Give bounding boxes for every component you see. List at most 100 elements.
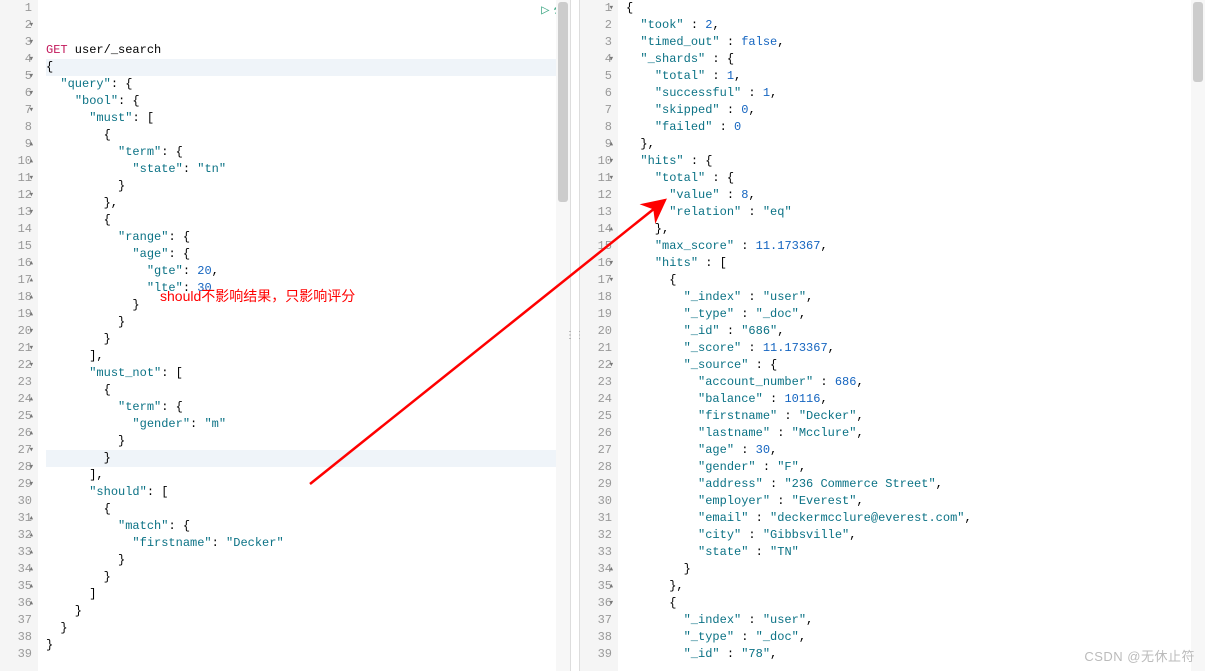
code-line[interactable]: "skipped" : 0,: [626, 102, 1205, 119]
code-line[interactable]: "max_score" : 11.173367,: [626, 238, 1205, 255]
code-line[interactable]: "match": {: [46, 518, 570, 535]
code-line[interactable]: "total" : 1,: [626, 68, 1205, 85]
code-line[interactable]: "gender" : "F",: [626, 459, 1205, 476]
fold-icon[interactable]: ▴: [29, 408, 34, 425]
fold-icon[interactable]: ▴: [29, 136, 34, 153]
fold-icon[interactable]: ▴: [29, 561, 34, 578]
code-line[interactable]: }: [626, 561, 1205, 578]
fold-icon[interactable]: ▾: [29, 340, 34, 357]
fold-icon[interactable]: ▴: [609, 136, 614, 153]
scrollbar-thumb[interactable]: [558, 2, 568, 202]
fold-icon[interactable]: ▾: [29, 102, 34, 119]
code-line[interactable]: }: [46, 314, 570, 331]
left-code[interactable]: ▷ ⚒ GET user/_search{ "query": { "bool":…: [38, 0, 570, 671]
code-line[interactable]: "bool": {: [46, 93, 570, 110]
fold-icon[interactable]: ▴: [29, 391, 34, 408]
code-line[interactable]: }: [46, 433, 570, 450]
fold-icon[interactable]: ▾: [609, 272, 614, 289]
code-line[interactable]: "age" : 30,: [626, 442, 1205, 459]
fold-icon[interactable]: ▴: [29, 527, 34, 544]
code-line[interactable]: }: [46, 620, 570, 637]
code-line[interactable]: "_type" : "_doc",: [626, 629, 1205, 646]
code-line[interactable]: }: [46, 450, 570, 467]
fold-icon[interactable]: ▾: [29, 204, 34, 221]
fold-icon[interactable]: ▾: [609, 153, 614, 170]
code-line[interactable]: {: [626, 272, 1205, 289]
code-line[interactable]: ],: [46, 467, 570, 484]
code-line[interactable]: GET user/_search: [46, 42, 570, 59]
fold-icon[interactable]: ▾: [609, 357, 614, 374]
code-line[interactable]: }: [46, 637, 570, 654]
fold-icon[interactable]: ▾: [29, 51, 34, 68]
code-line[interactable]: },: [46, 195, 570, 212]
code-line[interactable]: "must": [: [46, 110, 570, 127]
fold-icon[interactable]: ▾: [29, 187, 34, 204]
code-line[interactable]: "email" : "deckermcclure@everest.com",: [626, 510, 1205, 527]
code-line[interactable]: "city" : "Gibbsville",: [626, 527, 1205, 544]
pane-divider[interactable]: ⋮⋮: [570, 0, 580, 671]
code-line[interactable]: },: [626, 136, 1205, 153]
code-line[interactable]: }: [46, 178, 570, 195]
fold-icon[interactable]: ▾: [609, 51, 614, 68]
code-line[interactable]: {: [46, 127, 570, 144]
fold-icon[interactable]: ▾: [29, 476, 34, 493]
code-line[interactable]: "must_not": [: [46, 365, 570, 382]
fold-icon[interactable]: ▴: [29, 544, 34, 561]
fold-icon[interactable]: ▾: [609, 255, 614, 272]
code-line[interactable]: "relation" : "eq": [626, 204, 1205, 221]
fold-icon[interactable]: ▾: [29, 459, 34, 476]
code-line[interactable]: "_index" : "user",: [626, 289, 1205, 306]
fold-icon[interactable]: ▴: [609, 221, 614, 238]
code-line[interactable]: "_shards" : {: [626, 51, 1205, 68]
code-line[interactable]: "account_number" : 686,: [626, 374, 1205, 391]
code-line[interactable]: ]: [46, 586, 570, 603]
response-scrollbar[interactable]: [1191, 0, 1205, 671]
code-line[interactable]: "state": "tn": [46, 161, 570, 178]
fold-icon[interactable]: ▾: [29, 442, 34, 459]
code-line[interactable]: "firstname" : "Decker",: [626, 408, 1205, 425]
code-line[interactable]: "employer" : "Everest",: [626, 493, 1205, 510]
code-line[interactable]: "state" : "TN": [626, 544, 1205, 561]
fold-icon[interactable]: ▾: [29, 85, 34, 102]
code-line[interactable]: "_score" : 11.173367,: [626, 340, 1205, 357]
fold-icon[interactable]: ▴: [609, 561, 614, 578]
scrollbar-thumb[interactable]: [1193, 2, 1203, 82]
fold-icon[interactable]: ▾: [29, 323, 34, 340]
code-line[interactable]: }: [46, 331, 570, 348]
code-line[interactable]: },: [626, 221, 1205, 238]
fold-icon[interactable]: ▾: [29, 68, 34, 85]
code-line[interactable]: "query": {: [46, 76, 570, 93]
code-line[interactable]: "address" : "236 Commerce Street",: [626, 476, 1205, 493]
fold-icon[interactable]: ▴: [609, 578, 614, 595]
fold-icon[interactable]: ▴: [29, 595, 34, 612]
fold-icon[interactable]: ▴: [29, 510, 34, 527]
code-line[interactable]: }: [46, 569, 570, 586]
code-line[interactable]: "term": {: [46, 144, 570, 161]
code-line[interactable]: {: [46, 212, 570, 229]
code-line[interactable]: }: [46, 552, 570, 569]
fold-icon[interactable]: ▴: [29, 425, 34, 442]
code-line[interactable]: "_id" : "686",: [626, 323, 1205, 340]
fold-icon[interactable]: ▴: [29, 153, 34, 170]
code-line[interactable]: {: [46, 59, 570, 76]
fold-icon[interactable]: ▾: [609, 170, 614, 187]
code-line[interactable]: [46, 654, 570, 671]
fold-icon[interactable]: ▴: [29, 306, 34, 323]
code-line[interactable]: "range": {: [46, 229, 570, 246]
fold-icon[interactable]: ▴: [29, 272, 34, 289]
fold-icon[interactable]: ▾: [29, 34, 34, 51]
code-line[interactable]: "_type" : "_doc",: [626, 306, 1205, 323]
code-line[interactable]: "_index" : "user",: [626, 612, 1205, 629]
fold-icon[interactable]: ▴: [29, 289, 34, 306]
code-line[interactable]: "gte": 20,: [46, 263, 570, 280]
code-line[interactable]: "_source" : {: [626, 357, 1205, 374]
fold-icon[interactable]: ▾: [609, 595, 614, 612]
code-line[interactable]: "value" : 8,: [626, 187, 1205, 204]
fold-icon[interactable]: ▾: [29, 170, 34, 187]
response-viewer[interactable]: 1▾234▾56789▴10▾11▾121314▴1516▾17▾1819202…: [580, 0, 1205, 671]
code-line[interactable]: "should": [: [46, 484, 570, 501]
code-line[interactable]: {: [46, 382, 570, 399]
code-line[interactable]: {: [626, 0, 1205, 17]
code-line[interactable]: "balance" : 10116,: [626, 391, 1205, 408]
code-line[interactable]: {: [626, 595, 1205, 612]
